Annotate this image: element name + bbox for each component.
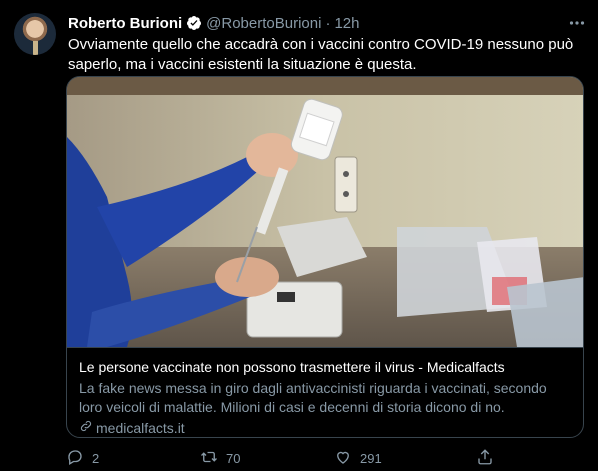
share-icon <box>476 448 494 469</box>
retweet-icon <box>200 448 218 469</box>
card-domain: medicalfacts.it <box>96 420 185 436</box>
link-card[interactable]: Le persone vaccinate non possono trasmet… <box>66 76 584 438</box>
card-body: Le persone vaccinate non possono trasmet… <box>67 347 583 437</box>
like-count: 291 <box>360 451 382 466</box>
like-button[interactable]: 291 <box>334 448 382 469</box>
author-name[interactable]: Roberto Burioni <box>68 15 182 32</box>
retweet-count: 70 <box>226 451 241 466</box>
more-icon[interactable] <box>568 14 586 32</box>
link-icon <box>79 419 93 437</box>
tweet-text: Ovviamente quello che accadrà con i vacc… <box>68 36 574 73</box>
tweet-time[interactable]: 12h <box>334 15 359 32</box>
card-domain-row: medicalfacts.it <box>79 419 573 437</box>
reply-button[interactable]: 2 <box>66 448 99 469</box>
author-handle[interactable]: @RobertoBurioni <box>206 15 321 32</box>
action-bar: 2 70 291 <box>66 448 586 468</box>
retweet-button[interactable]: 70 <box>200 448 240 469</box>
tweet-header: Roberto Burioni @RobertoBurioni · 12h <box>68 13 359 33</box>
like-icon <box>334 448 352 469</box>
card-description: La fake news messa in giro dagli antivac… <box>79 380 547 415</box>
reply-icon <box>66 448 84 469</box>
share-button[interactable] <box>476 448 494 469</box>
card-title: Le persone vaccinate non possono trasmet… <box>79 359 505 375</box>
reply-count: 2 <box>92 451 100 466</box>
tweet[interactable]: Roberto Burioni @RobertoBurioni · 12h Ov… <box>0 0 598 471</box>
separator: · <box>325 14 331 32</box>
card-image <box>67 77 583 347</box>
verified-badge-icon <box>186 15 202 31</box>
avatar[interactable] <box>14 13 56 55</box>
